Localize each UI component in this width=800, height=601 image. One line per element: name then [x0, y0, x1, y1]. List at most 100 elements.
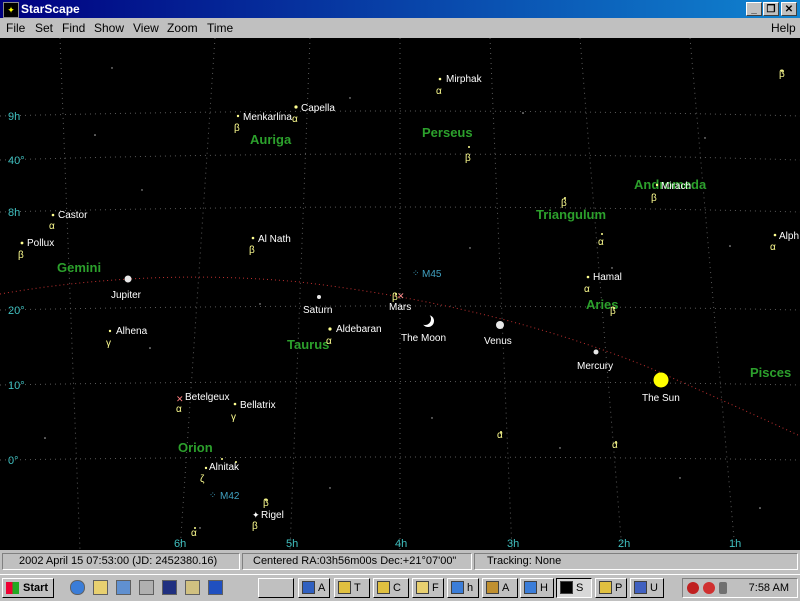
menu-view[interactable]: View [133, 21, 159, 35]
greek-label: β [263, 498, 269, 509]
svg-text:α: α [176, 404, 182, 415]
greek-label: β [610, 306, 616, 317]
clock[interactable]: 7:58 AM [749, 582, 789, 594]
paint-icon[interactable] [185, 580, 200, 595]
star-bellatrix: Bellatrix γ [231, 400, 276, 423]
antivirus-icon[interactable] [703, 582, 715, 594]
menu-bar: File Set Find Show View Zoom Time Help [0, 18, 800, 38]
task-icon [416, 581, 429, 594]
status-datetime: 2002 April 15 07:53:00 (JD: 2452380.16) [2, 553, 240, 570]
svg-text:M42: M42 [220, 491, 240, 502]
star-castor: Castorα [49, 210, 88, 232]
svg-text:β: β [651, 193, 657, 204]
svg-text:⁘: ⁘ [412, 268, 420, 278]
task-button[interactable]: h [447, 578, 479, 598]
menu-zoom[interactable]: Zoom [167, 21, 198, 35]
dec-label: 20° [8, 305, 25, 317]
menu-show[interactable]: Show [94, 21, 124, 35]
task-button[interactable]: F [412, 578, 444, 598]
star-menkarlina: Menkarlinaβ [234, 112, 292, 134]
svg-text:Hamal: Hamal [593, 272, 622, 283]
planet-mercury: Mercury [577, 349, 613, 372]
ra-label: 4h [395, 538, 407, 550]
task-icon [377, 581, 390, 594]
menu-help[interactable]: Help [771, 21, 796, 35]
svg-text:Jupiter: Jupiter [111, 290, 142, 301]
m42-nebula: ⁘ M42 [209, 490, 240, 502]
task-button[interactable]: A [298, 578, 330, 598]
greek-label: β [561, 198, 567, 209]
task-icon [560, 581, 573, 594]
m45-cluster: ⁘ M45 [412, 268, 442, 280]
status-tracking: Tracking: None [474, 553, 798, 570]
svg-text:Rigel: Rigel [261, 510, 284, 521]
menu-time[interactable]: Time [207, 21, 233, 35]
svg-text:Betelgeux: Betelgeux [185, 392, 229, 403]
ra-label: 1h [729, 538, 741, 550]
status-centered: Centered RA:03h56m00s Dec:+21°07'00" [242, 553, 472, 570]
ra-label: 5h [286, 538, 298, 550]
sky-chart[interactable]: 9h 40° 8h 20° 10° 0° 6h 5h 4h 3h 2h 1h A… [0, 38, 800, 550]
svg-text:β: β [252, 521, 258, 532]
ie-icon[interactable] [70, 580, 85, 595]
task-button[interactable]: H [520, 578, 554, 598]
svg-text:γ: γ [231, 412, 236, 423]
start-button[interactable]: Start [2, 578, 54, 598]
the-sun: The Sun [642, 372, 680, 404]
maximize-button[interactable]: ❐ [763, 2, 779, 16]
star-betelgeux: ✕ Betelgeuxα [176, 392, 229, 415]
ra-label: 3h [507, 538, 519, 550]
svg-text:The Sun: The Sun [642, 393, 680, 404]
task-button[interactable]: A [482, 578, 518, 598]
svg-text:Alph: Alph [779, 231, 799, 242]
constellation-label: Taurus [287, 337, 329, 352]
svg-text:⁘: ⁘ [209, 490, 217, 500]
menu-find[interactable]: Find [62, 21, 85, 35]
outlook-icon[interactable] [116, 580, 131, 595]
minimize-button[interactable]: _ [746, 2, 762, 16]
notepad-icon[interactable] [139, 580, 154, 595]
svg-text:Mirach: Mirach [661, 181, 691, 192]
greek-label: α [497, 430, 503, 441]
task-button-starscape[interactable]: S [556, 578, 592, 598]
task-button[interactable]: U [630, 578, 664, 598]
folder-icon[interactable] [93, 580, 108, 595]
task-button[interactable]: T [334, 578, 370, 598]
svg-text:The Moon: The Moon [401, 333, 446, 344]
svg-text:Mars: Mars [389, 302, 411, 313]
svg-text:Bellatrix: Bellatrix [240, 400, 276, 411]
star-rigel: ✦ Rigelβ [252, 510, 284, 532]
star-alnitak: Alnitak ζ [200, 458, 240, 485]
task-button[interactable] [258, 578, 294, 598]
constellation-label: Perseus [422, 125, 473, 140]
greek-label: β [465, 153, 471, 164]
system-tray: 7:58 AM [682, 578, 798, 598]
svg-text:Saturn: Saturn [303, 305, 332, 316]
task-icon [486, 581, 499, 594]
star-hamal: Hamalα [584, 272, 622, 295]
task-icon [302, 581, 315, 594]
ra-label: 2h [618, 538, 630, 550]
svg-text:α: α [326, 336, 332, 347]
network-icon[interactable] [687, 582, 699, 594]
constellation-label: Orion [178, 440, 213, 455]
netscape-icon[interactable] [162, 580, 177, 595]
menu-file[interactable]: File [6, 21, 25, 35]
svg-text:ζ: ζ [200, 474, 205, 485]
task-button[interactable]: P [595, 578, 627, 598]
task-button[interactable]: C [373, 578, 409, 598]
task-icon [634, 581, 647, 594]
greek-label: α [612, 440, 618, 451]
constellation-label: Triangulum [536, 207, 606, 222]
volume-icon[interactable] [719, 582, 727, 594]
title-bar: ✦ StarScape _ ❐ ✕ [0, 0, 800, 18]
starscape-icon[interactable]: ✦ [3, 2, 19, 18]
app-quicklaunch-icon[interactable] [208, 580, 223, 595]
star-pollux: Polluxβ [18, 238, 54, 261]
star-al-nath: Al Nathβ [249, 234, 291, 256]
close-button[interactable]: ✕ [781, 2, 797, 16]
menu-set[interactable]: Set [35, 21, 53, 35]
start-label: Start [23, 582, 49, 594]
svg-text:✕: ✕ [176, 394, 184, 404]
svg-text:α: α [770, 242, 776, 253]
